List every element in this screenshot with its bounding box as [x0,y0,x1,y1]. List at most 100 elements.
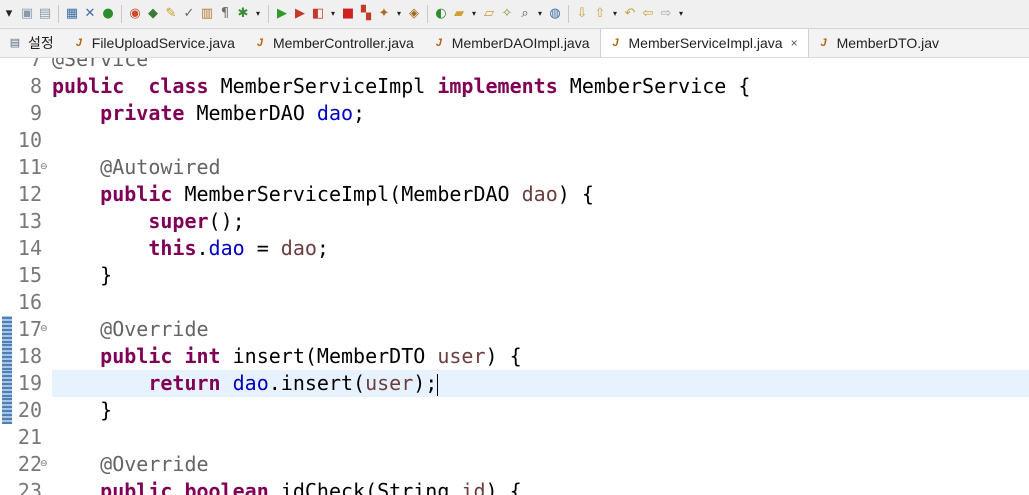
last-edit-icon[interactable]: ↶ [622,4,638,24]
line-number: 19 [17,371,42,395]
code-line[interactable]: 8 public class MemberServiceImpl implemen… [0,73,1029,100]
keyword-token: int [184,344,221,368]
code-token: ) { [485,479,522,495]
editor-tab[interactable]: J MemberDAOImpl.java [424,29,600,57]
forward-icon[interactable]: ⇨ [658,4,674,24]
editor-tab[interactable]: J MemberController.java [245,29,424,57]
code-line[interactable]: 7 @Service [0,58,1029,73]
code-line[interactable]: 23 public boolean idCheck(String id) { [0,478,1029,495]
save-all-icon[interactable]: ▤ [37,4,53,24]
line-gutter: 13 [0,208,52,235]
fold-toggle-icon[interactable]: ⊖ [40,459,48,469]
editor-tab[interactable]: J MemberServiceImpl.java × [599,29,809,57]
line-number: 16 [17,290,42,314]
code-line[interactable]: 17 ⊖ @Override [0,316,1029,343]
code-text: } [52,397,112,424]
coverage-icon[interactable]: ◧ [310,4,326,24]
dropdown-arrow-icon[interactable]: ▾ [469,4,479,24]
code-line[interactable]: 10 [0,127,1029,154]
show-whitespace-icon[interactable]: ¶ [217,4,233,24]
open-resource-icon[interactable]: ✧ [499,4,515,24]
editor-tab[interactable]: ▤ 설정 [0,29,64,57]
back-icon[interactable]: ⇦ [640,4,656,24]
close-icon[interactable]: × [791,36,798,50]
save-icon[interactable]: ▣ [19,4,35,24]
code-token: MemberDAO [184,101,317,125]
print-icon[interactable]: ▦ [64,4,80,24]
editor-tab[interactable]: J MemberDTO.jav [809,29,949,57]
java-file-icon: J [256,37,264,49]
dropdown-arrow-icon[interactable]: ▾ [610,4,620,24]
debug-skip-icon[interactable]: ✕ [82,4,98,24]
line-number: 15 [17,263,42,287]
task-icon[interactable]: ✓ [181,4,197,24]
search-icon[interactable]: ⌕ [517,4,533,24]
line-gutter: 7 [0,58,52,73]
globe-icon[interactable]: ◍ [547,4,563,24]
open-folder-icon[interactable]: ▰ [451,4,467,24]
dropdown-arrow-icon[interactable]: ▾ [676,4,686,24]
line-number: 21 [17,425,42,449]
clipboard-icon[interactable]: ▥ [199,4,215,24]
code-token: . [196,236,209,260]
keyword-token: super [148,209,209,233]
code-line[interactable]: 9 private MemberDAO dao; [0,100,1029,127]
dropdown-arrow-icon[interactable]: ▾ [253,4,263,24]
terminate-icon[interactable]: ■ [340,4,356,24]
code-text: @Override [52,316,208,343]
code-text: } [52,262,112,289]
line-number: 12 [17,182,42,206]
code-line[interactable]: 22 ⊖ @Override [0,451,1029,478]
code-text: super(); [52,208,244,235]
parameter-token: user [437,344,486,368]
line-gutter: 8 [0,73,52,100]
code-text: public MemberServiceImpl(MemberDAO dao) … [52,181,594,208]
build-icon[interactable]: ▚ [358,4,374,24]
new-java-icon[interactable]: ✦ [376,4,392,24]
fold-toggle-icon[interactable]: ⊖ [40,324,48,334]
toolbar-separator [121,5,122,23]
pen-icon[interactable]: ✎ [163,4,179,24]
ant-icon[interactable]: ◉ [127,4,143,24]
code-text: return dao.insert(user); [52,370,439,397]
next-annotation-icon[interactable]: ⇩ [574,4,590,24]
previous-annotation-icon[interactable]: ⇧ [592,4,608,24]
code-line[interactable]: 11 ⊖ @Autowired [0,154,1029,181]
debug-icon[interactable]: ✱ [235,4,251,24]
chevron-down-icon[interactable]: ▾ [1,4,17,24]
code-text: public int insert(MemberDTO user) { [52,343,521,370]
code-line[interactable]: 21 [0,424,1029,451]
code-line[interactable]: 13 super(); [0,208,1029,235]
dropdown-arrow-icon[interactable]: ▾ [328,4,338,24]
dropdown-arrow-icon[interactable]: ▾ [394,4,404,24]
run-external-icon[interactable]: ▶ [292,4,308,24]
code-line[interactable]: 16 [0,289,1029,316]
code-line[interactable]: 19 return dao.insert(user); [0,370,1029,397]
quick-diff-marker [2,343,12,370]
fold-toggle-icon[interactable]: ⊖ [40,162,48,172]
code-line[interactable]: 14 this.dao = dao; [0,235,1029,262]
code-line[interactable]: 15 } [0,262,1029,289]
code-line[interactable]: 20 } [0,397,1029,424]
editor-tab-bar: ▤ 설정 J FileUploadService.java J MemberControl… [0,29,1029,58]
code-line[interactable]: 18 public int insert(MemberDTO user) { [0,343,1029,370]
new-package-icon[interactable]: ◈ [406,4,422,24]
code-token: } [52,263,113,287]
editor-tab[interactable]: J FileUploadService.java [64,29,245,57]
external-tools-icon[interactable]: ◆ [145,4,161,24]
toolbar-separator [427,5,428,23]
run-icon[interactable]: ▶ [274,4,290,24]
java-config-icon[interactable]: ● [100,4,116,24]
new-class-icon[interactable]: ◐ [433,4,449,24]
code-editor[interactable]: 7 @Service 8 public class MemberServiceImpl… [0,58,1029,495]
dropdown-arrow-icon[interactable]: ▾ [535,4,545,24]
open-type-icon[interactable]: ▱ [481,4,497,24]
keyword-token: class [148,74,209,98]
code-line[interactable]: 12 public MemberServiceImpl(MemberDAO da… [0,181,1029,208]
code-token: MemberServiceImpl(MemberDAO [172,182,522,206]
code-token: ); [413,371,438,395]
